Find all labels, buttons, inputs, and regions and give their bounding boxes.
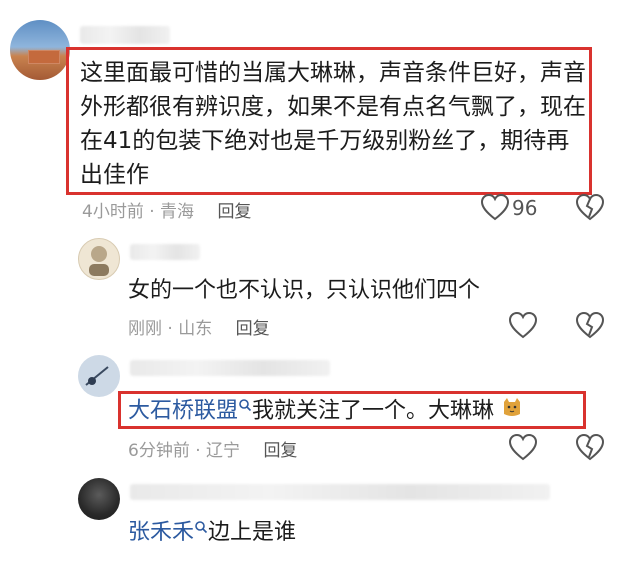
avatar[interactable] — [78, 478, 120, 520]
username-blurred[interactable] — [130, 360, 330, 376]
username-blurred[interactable] — [80, 26, 170, 44]
comment-line: 张禾禾 边上是谁 — [128, 518, 296, 548]
username-blurred[interactable] — [130, 484, 550, 500]
like-count: 96 — [512, 196, 538, 220]
username-blurred[interactable] — [130, 244, 200, 260]
comment-text: 我就关注了一个。大琳琳 — [252, 398, 495, 424]
heart-outline-icon[interactable] — [480, 192, 510, 222]
comment-line: 大石桥联盟 我就关注了一个。大琳琳 — [128, 396, 523, 427]
comment-meta: 6分钟前 · 辽宁 回复 — [128, 436, 297, 461]
time-location: 刚刚 · 山东 — [128, 319, 213, 339]
reply-button[interactable]: 回复 — [217, 202, 251, 222]
search-icon — [239, 399, 252, 412]
heart-outline-icon[interactable] — [508, 310, 538, 340]
comment-text: 边上是谁 — [208, 520, 297, 545]
username-link[interactable]: 张禾禾 — [128, 520, 194, 545]
broken-heart-icon[interactable] — [574, 432, 606, 462]
avatar[interactable] — [78, 355, 120, 397]
search-icon — [195, 521, 208, 534]
time-location: 4小时前 · 青海 — [82, 202, 195, 222]
username-link[interactable]: 大石桥联盟 — [128, 399, 238, 424]
time-location: 6分钟前 · 辽宁 — [128, 441, 241, 461]
comment-meta: 4小时前 · 青海 回复 — [82, 197, 251, 222]
reply-button[interactable]: 回复 — [263, 441, 297, 461]
comment-meta: 刚刚 · 山东 回复 — [128, 314, 270, 339]
comment-text: 这里面最可惜的当属大琳琳，声音条件巨好，声音外形都很有辨识度，如果不是有点名气飘… — [80, 60, 586, 188]
heart-outline-icon[interactable] — [508, 432, 538, 462]
broken-heart-icon[interactable] — [574, 192, 606, 222]
reply-button[interactable]: 回复 — [236, 319, 270, 339]
avatar[interactable] — [10, 20, 70, 80]
cat-emoji-icon — [501, 396, 523, 427]
avatar[interactable] — [78, 238, 120, 280]
broken-heart-icon[interactable] — [574, 310, 606, 340]
comment-text: 女的一个也不认识，只认识他们四个 — [128, 278, 481, 303]
